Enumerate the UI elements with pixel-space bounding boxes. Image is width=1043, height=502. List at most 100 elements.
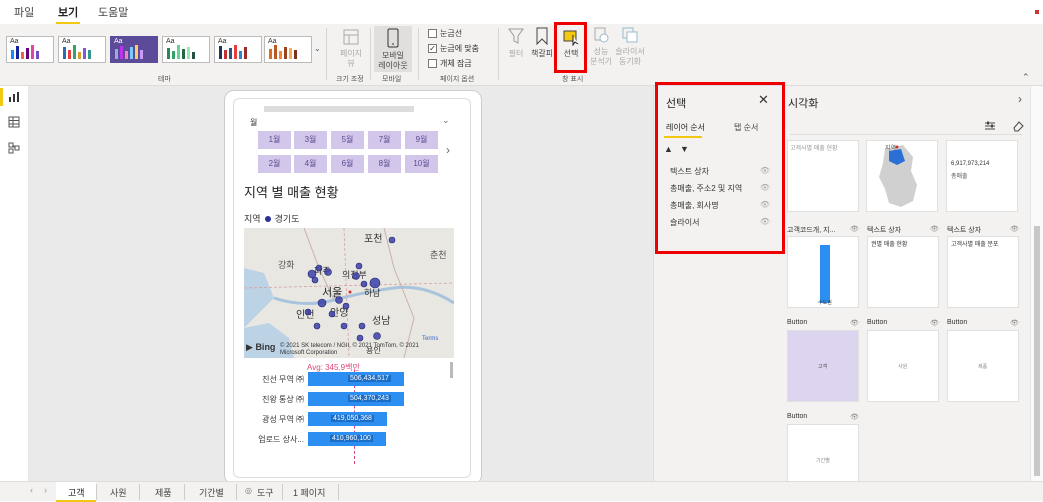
theme-thumb-4[interactable]: Aa — [162, 36, 210, 63]
theme-thumb-5[interactable]: Aa — [214, 36, 262, 63]
eye-icon[interactable]: 👁 — [850, 319, 859, 327]
bookmarks-button[interactable]: 책갈피 — [530, 26, 554, 59]
sync-slicers-icon — [622, 27, 638, 43]
eye-icon[interactable]: 👁 — [1010, 225, 1019, 233]
bing-logo-icon: ▶ — [246, 342, 253, 352]
vis-card-map[interactable]: 지역 — [866, 140, 938, 212]
vis-card[interactable]: 수도권 — [787, 236, 859, 308]
lock-objects-check-box[interactable] — [428, 59, 437, 68]
bar-label: 광성 무역 ㈜ — [262, 415, 304, 424]
notification-dot — [1035, 10, 1039, 14]
eye-icon[interactable]: 👁 — [850, 413, 859, 421]
snap-grid-check-box[interactable]: ✓ — [428, 44, 437, 53]
map-terms-link[interactable]: Terms — [422, 336, 438, 342]
page-tab[interactable]: 사원 — [110, 486, 127, 499]
page-tab[interactable]: 제품 — [155, 486, 172, 499]
eye-icon[interactable]: 👁 — [1010, 319, 1019, 327]
highlight-selection-button — [554, 22, 587, 73]
collapse-ribbon-icon[interactable]: ⌃ — [1022, 72, 1030, 83]
month-button[interactable]: 4월 — [294, 155, 327, 173]
vis-card-kpi[interactable]: 6,917,973,214 총매출 — [946, 140, 1018, 212]
bar-value: 506,434,517 — [348, 375, 391, 382]
page-tab[interactable]: 도구 — [257, 486, 274, 499]
month-button[interactable]: 2월 — [258, 155, 291, 173]
vis-card[interactable]: 고객사별 매출 분포 — [947, 236, 1019, 308]
pane-scrollbar[interactable] — [1030, 86, 1043, 481]
eye-icon[interactable]: 👁 — [930, 319, 939, 327]
legend-dot-icon — [264, 215, 271, 222]
report-view-icon[interactable] — [8, 91, 20, 103]
eraser-icon[interactable] — [1012, 120, 1024, 132]
sync-slicers-label: 슬라이서 동기화 — [615, 47, 645, 66]
model-view-icon[interactable] — [8, 142, 20, 154]
gridlines-check-box[interactable] — [428, 29, 437, 38]
lock-objects-checkbox[interactable]: 개체 잠금 — [428, 58, 472, 69]
theme-thumb-1[interactable]: Aa — [6, 36, 54, 63]
filter-icon — [508, 28, 524, 44]
theme-expand-icon[interactable]: ⌄ — [314, 44, 321, 53]
month-button[interactable]: 5월 — [331, 131, 364, 149]
page-view-icon — [343, 29, 359, 45]
highlight-selection-pane — [655, 82, 785, 254]
page-view-button[interactable]: 페이지 뷰 — [336, 28, 366, 69]
page-tab[interactable]: 기간별 — [199, 486, 224, 499]
mobile-layout-label: 모바일 레이아웃 — [378, 51, 408, 70]
partial-card-title: 고객사별 매출 현황 — [790, 146, 838, 152]
month-button[interactable]: 3월 — [294, 131, 327, 149]
format-settings-icon[interactable] — [984, 120, 996, 132]
eye-icon[interactable]: 👁 — [850, 225, 859, 233]
snap-grid-label: 눈금에 맞춤 — [440, 44, 480, 53]
vis-card[interactable]: 제품 — [947, 330, 1019, 402]
eye-icon[interactable]: 👁 — [930, 225, 939, 233]
month-button[interactable]: 1월 — [258, 131, 291, 149]
bing-label: Bing — [255, 342, 276, 352]
menu-tab-help[interactable]: 도움말 — [98, 4, 128, 20]
page-tab[interactable]: 고객 — [68, 486, 85, 499]
card-content: 고객 — [818, 364, 828, 370]
vis-card[interactable]: 고객 — [787, 330, 859, 402]
theme-thumb-6[interactable]: Aa — [264, 36, 312, 63]
legend-label: 지역 — [244, 214, 261, 224]
gridlines-checkbox[interactable]: 눈금선 — [428, 28, 462, 39]
page-tab[interactable]: 1 페이지 — [293, 486, 325, 499]
month-button[interactable]: 7월 — [368, 131, 401, 149]
scroll-thumb[interactable] — [1034, 226, 1040, 476]
vis-card-partial[interactable]: 고객사별 매출 현황 — [787, 140, 859, 212]
card-title: 텍스트 상자 — [947, 227, 982, 234]
menu-tab-file[interactable]: 파일 — [14, 4, 34, 20]
filters-button[interactable]: 필터 — [504, 26, 528, 59]
bar-rows: 진선 무역 ㈜ 506,434,517 진왕 통상 ㈜ 504,370,243 광성 무… — [244, 372, 454, 462]
month-button[interactable]: 6월 — [331, 155, 364, 173]
slicer-next-icon[interactable]: › — [446, 143, 450, 157]
theme-thumb-3[interactable]: Aa — [110, 36, 158, 63]
group-label-size: 크기 조정 — [336, 76, 364, 83]
prev-page-icon[interactable]: ‹ — [30, 485, 33, 495]
expand-pane-icon[interactable]: › — [1018, 92, 1022, 106]
group-label-show-panes: 창 표시 — [562, 76, 584, 83]
bar-value: 504,370,243 — [348, 395, 391, 402]
data-view-icon[interactable] — [8, 116, 20, 128]
theme-thumb-2[interactable]: Aa — [58, 36, 106, 63]
view-rail — [0, 86, 29, 481]
bar-value: 419,050,368 — [331, 415, 374, 422]
group-label-page-options: 페이지 옵션 — [440, 76, 475, 83]
card-content: 권별 매출 현황 — [871, 242, 908, 248]
month-button[interactable]: 10월 — [405, 155, 438, 173]
ribbon: Aa Aa Aa Aa Aa Aa ⌄ 테마 페이지 뷰 크기 조정 모바일 레… — [0, 24, 1043, 86]
vis-card[interactable]: 사원 — [867, 330, 939, 402]
menu-bar: 파일 보기 도움말 — [0, 0, 1043, 24]
next-page-icon[interactable]: › — [44, 485, 47, 495]
snap-grid-checkbox[interactable]: ✓ 눈금에 맞춤 — [428, 43, 479, 54]
mobile-layout-button[interactable]: 모바일 레이아웃 — [374, 26, 412, 72]
kpi-label: 총매출 — [951, 174, 968, 180]
month-button[interactable]: 9월 — [405, 131, 438, 149]
map-visual[interactable]: 포천 강화 의정부 춘천 서울 하남 인천 안양 성남 용인 파주 ▶ Bing… — [244, 228, 454, 358]
slicer-dropdown-icon[interactable]: ⌄ — [442, 115, 450, 126]
menu-tab-view[interactable]: 보기 — [55, 4, 81, 24]
month-button[interactable]: 8월 — [368, 155, 401, 173]
filters-label: 필터 — [508, 49, 524, 58]
performance-analyzer-button[interactable]: 성능 분석기 — [588, 26, 614, 67]
sync-slicers-button[interactable]: 슬라이서 동기화 — [614, 26, 646, 67]
card-content: 수도권 — [818, 300, 832, 306]
vis-card[interactable]: 권별 매출 현황 — [867, 236, 939, 308]
